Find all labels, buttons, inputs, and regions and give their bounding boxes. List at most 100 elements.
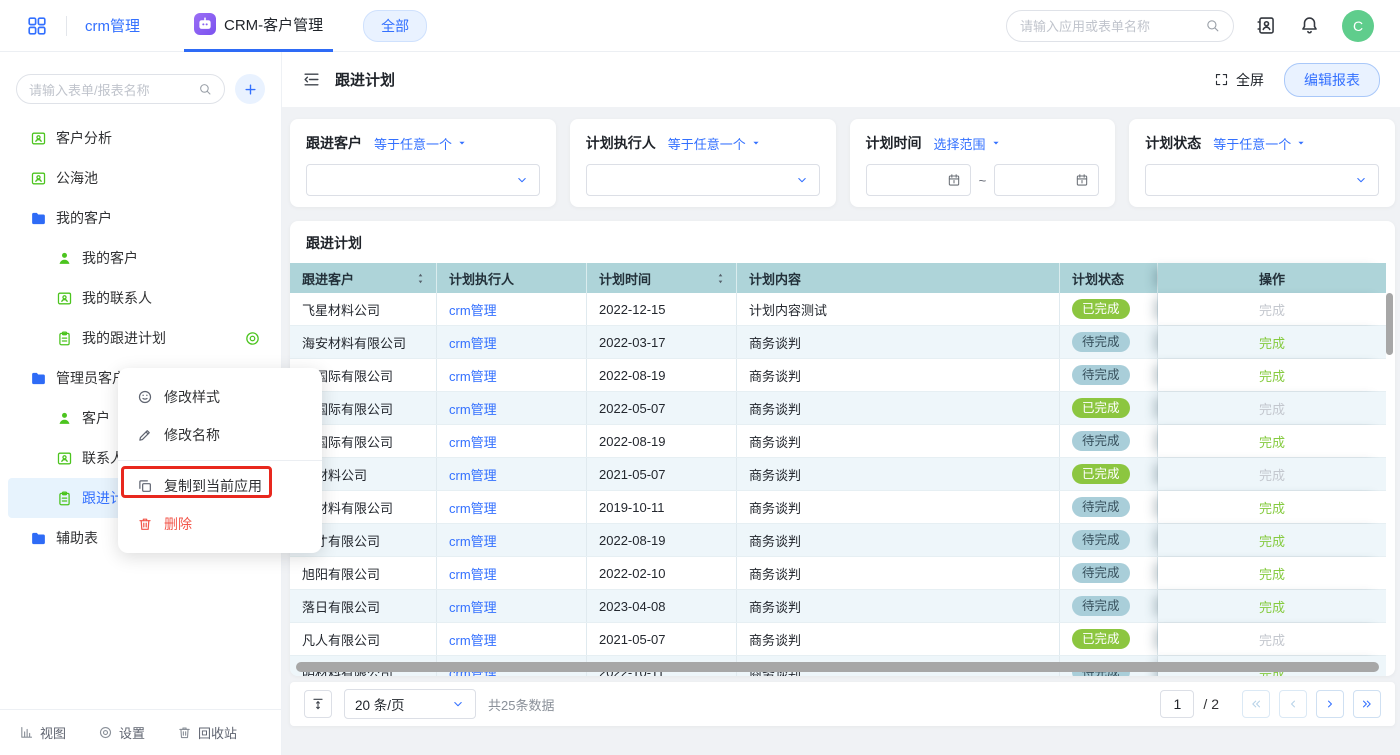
complete-action[interactable]: 完成 [1259,597,1285,616]
table-row-7[interactable]: 俊材料有限公司crm管理2019-10-11商务谈判待完成完成 [290,491,1386,524]
caret-icon [750,137,762,149]
filter-value-select[interactable] [1145,164,1379,196]
filter-condition-dropdown[interactable]: 等于任意一个 [668,134,762,153]
complete-action: 完成 [1259,630,1285,649]
sidebar-item-3[interactable]: 我的客户 [8,198,273,238]
page-size-select[interactable]: 20 条/页 [344,689,476,719]
filter-condition-dropdown[interactable]: 等于任意一个 [374,134,468,153]
global-search-input[interactable]: 请输入应用或表单名称 [1006,10,1234,42]
sidebar-item-label: 我的客户 [56,208,112,228]
cell-status: 已完成 [1060,293,1158,325]
edit-report-button[interactable]: 编辑报表 [1284,63,1380,97]
menu-item-3[interactable]: 复制到当前应用 [118,467,322,505]
tab-crm-customer-management[interactable]: CRM-客户管理 [184,0,333,52]
cell-date: 2023-04-08 [587,590,737,622]
cell-status: 待完成 [1060,359,1158,391]
table-row-4[interactable]: 威国际有限公司crm管理2022-05-07商务谈判已完成完成 [290,392,1386,425]
menu-item-1[interactable]: 修改样式 [118,378,322,416]
sidebar-item-2[interactable]: 公海池 [8,158,273,198]
prev-page-button[interactable] [1279,690,1307,718]
last-page-button[interactable] [1353,690,1381,718]
filter-value-select[interactable] [586,164,820,196]
column-header-1[interactable]: 跟进客户 [290,263,437,293]
cell-date: 2022-08-19 [587,359,737,391]
status-badge: 已完成 [1072,464,1130,485]
filter-condition-label: 等于任意一个 [668,134,746,153]
date-end-input[interactable] [994,164,1099,196]
cell-action: 完成 [1158,359,1386,391]
next-page-button[interactable] [1316,690,1344,718]
gear-button[interactable] [244,330,261,347]
sidebar-item-label: 客户分析 [56,128,112,148]
fullscreen-button[interactable]: 全屏 [1214,70,1264,90]
table-row-8[interactable]: 成才有限公司crm管理2022-08-19商务谈判待完成完成 [290,524,1386,557]
row-height-button[interactable] [304,690,332,718]
menu-item-2[interactable]: 修改名称 [118,416,322,454]
notifications-bell-button[interactable] [1299,15,1320,36]
complete-action[interactable]: 完成 [1259,366,1285,385]
executor-link[interactable]: crm管理 [449,333,497,352]
table-row-5[interactable]: 宇国际有限公司crm管理2022-08-19商务谈判待完成完成 [290,425,1386,458]
cell-action: 完成 [1158,524,1386,556]
search-icon [198,82,212,96]
filter-condition-dropdown[interactable]: 等于任意一个 [1213,134,1307,153]
executor-link[interactable]: crm管理 [449,465,497,484]
sidebar-footer-2[interactable]: 设置 [98,723,145,742]
sidebar-footer-3[interactable]: 回收站 [177,723,237,742]
complete-action[interactable]: 完成 [1259,531,1285,550]
user-avatar[interactable]: C [1342,10,1374,42]
add-form-button[interactable] [235,74,265,104]
sidebar-item-label: 公海池 [56,168,98,188]
executor-link[interactable]: crm管理 [449,399,497,418]
table-row-1[interactable]: 飞星材料公司crm管理2022-12-15计划内容测试已完成完成 [290,293,1386,326]
table-row-9[interactable]: 旭阳有限公司crm管理2022-02-10商务谈判待完成完成 [290,557,1386,590]
sort-button[interactable] [414,272,427,285]
executor-link[interactable]: crm管理 [449,432,497,451]
sidebar-item-4[interactable]: 我的客户 [8,238,273,278]
complete-action[interactable]: 完成 [1259,333,1285,352]
table-row-3[interactable]: 瑾国际有限公司crm管理2022-08-19商务谈判待完成完成 [290,359,1386,392]
vertical-scrollbar[interactable] [1386,293,1393,355]
executor-link[interactable]: crm管理 [449,366,497,385]
executor-link[interactable]: crm管理 [449,300,497,319]
page-number-input[interactable]: 1 [1160,690,1194,718]
sidebar-item-5[interactable]: 我的联系人 [8,278,273,318]
apps-grid-button[interactable] [26,15,48,37]
complete-action[interactable]: 完成 [1259,432,1285,451]
executor-link[interactable]: crm管理 [449,531,497,550]
sidebar-item-label: 我的客户 [82,248,138,268]
cell-executor: crm管理 [437,590,587,622]
collapse-sidebar-button[interactable] [302,70,321,89]
sidebar-item-1[interactable]: 客户分析 [8,118,273,158]
executor-link[interactable]: crm管理 [449,498,497,517]
complete-action[interactable]: 完成 [1259,564,1285,583]
date-start-input[interactable] [866,164,971,196]
table-row-6[interactable]: 星材料公司crm管理2021-05-07商务谈判已完成完成 [290,458,1386,491]
contacts-button[interactable] [1256,15,1277,36]
executor-link[interactable]: crm管理 [449,630,497,649]
sort-button[interactable] [714,272,727,285]
status-badge: 待完成 [1072,497,1130,518]
filter-condition-dropdown[interactable]: 选择范围 [934,134,1002,153]
column-label: 跟进客户 [302,269,354,288]
menu-item-4[interactable]: 删除 [118,505,322,543]
form-search-input[interactable]: 请输入表单/报表名称 [16,74,225,104]
table-row-11[interactable]: 凡人有限公司crm管理2021-05-07商务谈判已完成完成 [290,623,1386,656]
sidebar-item-6[interactable]: 我的跟进计划 [8,318,273,358]
scope-all-pill[interactable]: 全部 [363,10,427,42]
column-header-3[interactable]: 计划时间 [587,263,737,293]
sort-icon [714,272,727,285]
first-page-button[interactable] [1242,690,1270,718]
sidebar-footer-1[interactable]: 视图 [19,723,66,742]
topbar-right: 请输入应用或表单名称 C [1006,10,1374,42]
workspace-name[interactable]: crm管理 [85,15,140,36]
cell-executor: crm管理 [437,557,587,589]
complete-action[interactable]: 完成 [1259,498,1285,517]
executor-link[interactable]: crm管理 [449,597,497,616]
executor-link[interactable]: crm管理 [449,564,497,583]
table-row-10[interactable]: 落日有限公司crm管理2023-04-08商务谈判待完成完成 [290,590,1386,623]
horizontal-scrollbar[interactable] [296,662,1379,672]
column-label: 操作 [1259,269,1285,288]
table-row-2[interactable]: 海安材料有限公司crm管理2022-03-17商务谈判待完成完成 [290,326,1386,359]
filter-value-select[interactable] [306,164,540,196]
